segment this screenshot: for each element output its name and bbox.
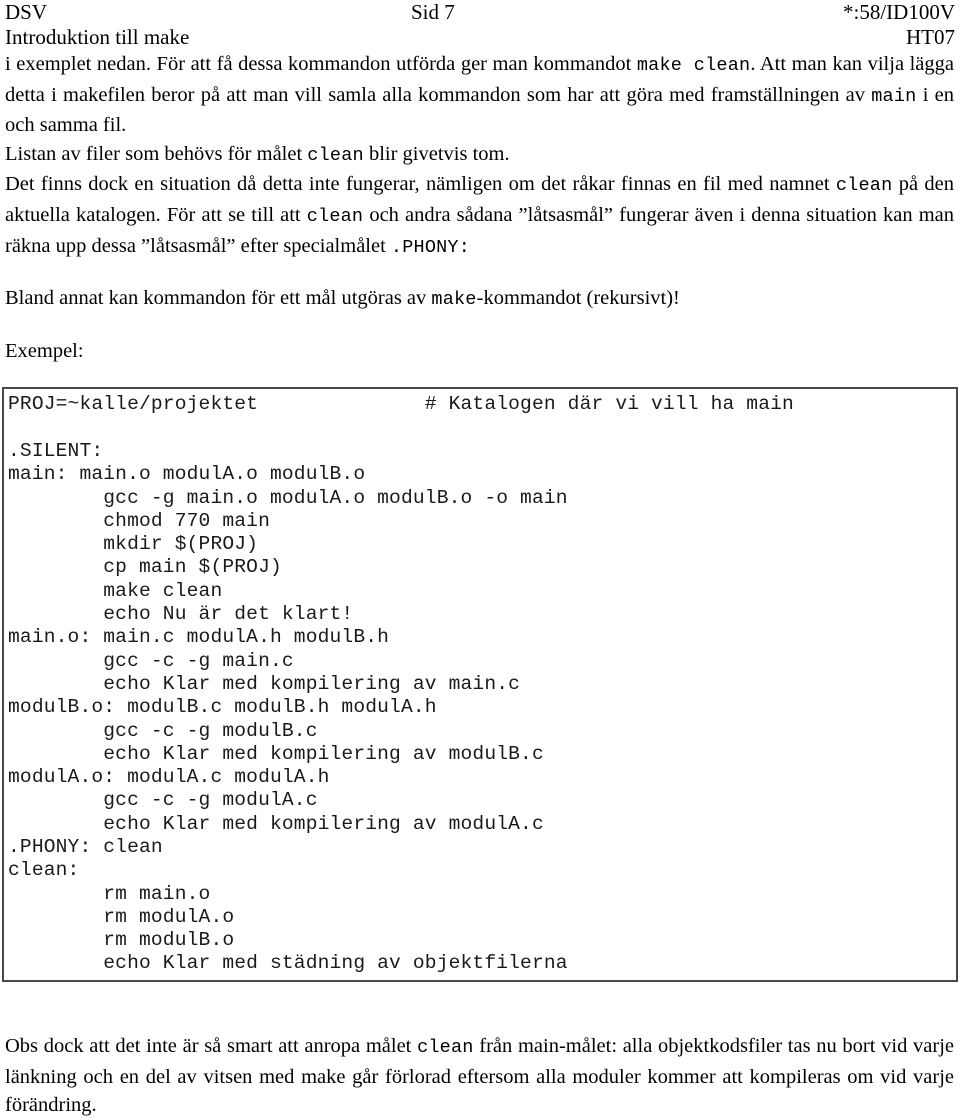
paragraph-4-text-a: Bland annat kan kommandon för ett mål ut… <box>5 287 432 310</box>
paragraph-2: Listan av filer som behövs för målet cle… <box>5 140 954 171</box>
header-row-2: Introduktion till make HT07 <box>5 25 955 50</box>
document-body: i exemplet nedan. För att få dessa komma… <box>0 50 960 387</box>
code-line: rm main.o <box>8 882 211 905</box>
header-course-code: *:58/ID100V <box>843 0 955 24</box>
code-line: echo Klar med städning av objektfilerna <box>8 952 568 975</box>
code-line: gcc -c -g modulA.c <box>8 789 318 812</box>
inline-code-clean-3: clean <box>306 205 364 227</box>
inline-code-make: make <box>431 289 477 311</box>
code-line: main.o: main.c modulA.h modulB.h <box>8 626 390 649</box>
paragraph-1: i exemplet nedan. För att få dessa komma… <box>5 50 954 140</box>
spacer-before-code-block <box>5 365 954 387</box>
inline-code-clean-1: clean <box>307 144 364 166</box>
code-line: chmod 770 main <box>8 509 270 532</box>
inline-code-clean-2: clean <box>835 175 893 197</box>
header-department: DSV <box>5 0 48 24</box>
code-line: echo Klar med kompilering av modulA.c <box>8 812 544 835</box>
footer-text-a: Obs dock att det inte är så smart att an… <box>5 1035 418 1058</box>
code-line: PROJ=~kalle/projektet # Katalogen där vi… <box>8 393 794 416</box>
code-line: make clean <box>8 579 223 602</box>
inline-code-make-clean: make clean <box>636 55 751 76</box>
document-page: DSV Sid 7 *:58/ID100V Introduktion till … <box>0 0 960 1116</box>
code-line: clean: <box>8 859 80 882</box>
inline-code-main: main <box>871 85 917 107</box>
header-term: HT07 <box>906 25 955 49</box>
spacer-before-paragraph-4 <box>5 262 954 284</box>
code-line: modulB.o: modulB.c modulB.h modulA.h <box>8 696 437 719</box>
code-line: gcc -c -g main.c <box>8 649 294 672</box>
code-line: .PHONY: clean <box>8 835 163 858</box>
document-footer-body: Obs dock att det inte är så smart att an… <box>0 1032 960 1120</box>
footer-paragraph: Obs dock att det inte är så smart att an… <box>5 1032 954 1120</box>
inline-code-clean-4: clean <box>417 1037 474 1059</box>
header-document-title: Introduktion till make <box>5 25 190 49</box>
code-line: mkdir $(PROJ) <box>8 533 259 556</box>
header-page-number: Sid 7 <box>411 0 455 24</box>
paragraph-2-text-a: Listan av filer som behövs för målet <box>5 142 308 165</box>
paragraph-3-text-a: Det finns dock en situation då detta int… <box>5 173 836 196</box>
code-line: cp main $(PROJ) <box>8 556 282 579</box>
code-line: echo Nu är det klart! <box>8 603 354 626</box>
code-line: echo Klar med kompilering av modulB.c <box>8 742 544 765</box>
makefile-code-block: PROJ=~kalle/projektet # Katalogen där vi… <box>2 387 958 982</box>
page-header: DSV Sid 7 *:58/ID100V Introduktion till … <box>0 0 960 50</box>
header-row-1: DSV Sid 7 *:58/ID100V <box>5 0 955 25</box>
code-line: modulA.o: modulA.c modulA.h <box>8 766 330 789</box>
code-line: rm modulB.o <box>8 929 235 952</box>
paragraph-2-text-b: blir givetvis tom. <box>363 142 510 165</box>
paragraph-1-text-a: i exemplet nedan. För att få dessa komma… <box>5 53 637 75</box>
code-line: rm modulA.o <box>8 905 235 928</box>
paragraph-3: Det finns dock en situation då detta int… <box>5 170 954 262</box>
code-line: gcc -c -g modulB.c <box>8 719 318 742</box>
paragraph-4: Bland annat kan kommandon för ett mål ut… <box>5 284 954 315</box>
code-line: .SILENT: <box>8 439 104 462</box>
makefile-code-content: PROJ=~kalle/projektet # Katalogen där vi… <box>8 393 956 975</box>
spacer-before-exempel <box>5 315 954 337</box>
inline-code-phony: .PHONY: <box>390 236 471 258</box>
exempel-label: Exempel: <box>5 339 84 362</box>
spacer-after-code-block <box>0 982 960 1012</box>
paragraph-4-text-b: -kommandot (rekursivt)! <box>476 287 680 310</box>
code-line: main: main.o modulA.o modulB.o <box>8 463 366 486</box>
code-line: echo Klar med kompilering av main.c <box>8 672 521 695</box>
code-line: gcc -g main.o modulA.o modulB.o -o main <box>8 486 568 509</box>
